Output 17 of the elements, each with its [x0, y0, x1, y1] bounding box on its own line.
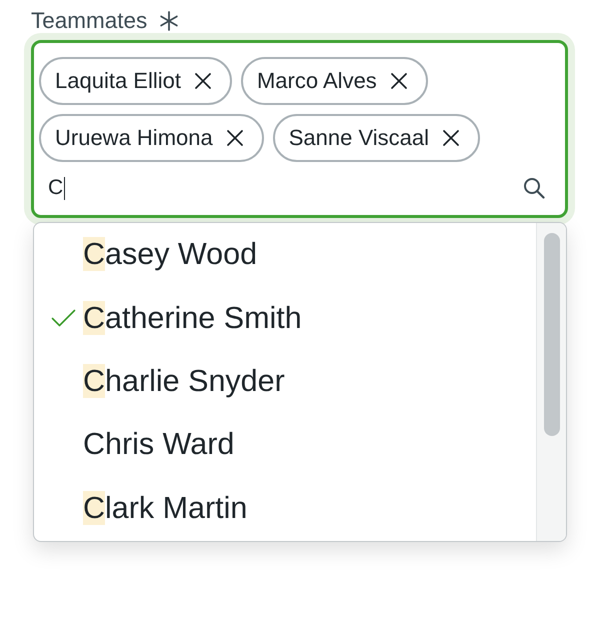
- close-icon: [194, 72, 212, 90]
- option-item[interactable]: Chris Ward: [34, 413, 536, 477]
- option-item[interactable]: Catherine Smith: [34, 286, 536, 350]
- chip-label: Laquita Elliot: [55, 68, 181, 94]
- close-icon: [390, 72, 408, 90]
- chip-label: Marco Alves: [256, 68, 377, 94]
- option-item[interactable]: Clark Martin: [34, 476, 536, 540]
- search-icon[interactable]: [523, 177, 545, 199]
- close-icon: [226, 129, 244, 147]
- chip-label: Uruewa Himona: [55, 125, 213, 151]
- close-icon: [442, 129, 460, 147]
- option-item[interactable]: Casey Wood: [34, 223, 536, 286]
- chip-label: Sanne Viscaal: [288, 125, 429, 151]
- option-item[interactable]: Charlie Snyder: [34, 350, 536, 414]
- scrollbar-thumb[interactable]: [544, 233, 560, 436]
- text-cursor-icon: [64, 176, 66, 200]
- field-label: Teammates: [31, 10, 148, 32]
